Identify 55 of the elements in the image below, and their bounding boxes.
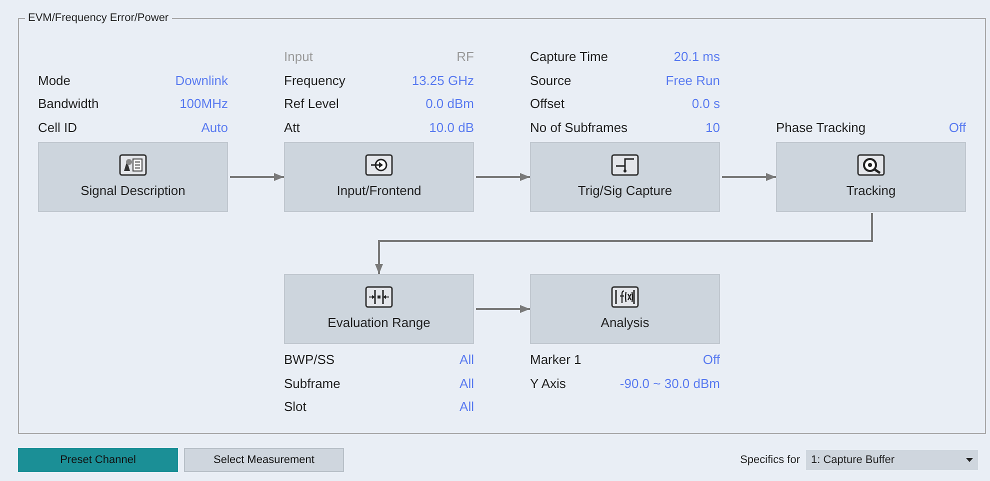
- parameter-value: 13.25 GHz: [412, 72, 474, 90]
- parameter-label: Y Axis: [530, 374, 566, 392]
- parameter-label: Offset: [530, 95, 564, 113]
- parameter-label: Cell ID: [38, 118, 78, 136]
- parameter-label: Subframe: [284, 374, 340, 392]
- parameter-value: 100MHz: [180, 95, 228, 113]
- parameter-value: All: [460, 398, 474, 416]
- parameter-value: 0.0 dBm: [426, 95, 474, 113]
- parameter-value: 10: [706, 118, 720, 136]
- connector-arrow: [476, 173, 530, 181]
- function-icon: [611, 286, 639, 308]
- parameter-value: Off: [948, 118, 966, 136]
- caret-icon: [966, 458, 973, 462]
- parameter-label: Source: [530, 72, 572, 90]
- parameter-label: Ref Level: [284, 95, 339, 113]
- parameter-value: RF: [456, 48, 474, 66]
- panel-title: EVM/Frequency Error/Power: [25, 11, 172, 25]
- connector-arrow: [476, 305, 530, 313]
- specifics-label: Specifics for: [740, 452, 800, 468]
- block-button[interactable]: Analysis: [530, 274, 720, 344]
- tracking-icon: [857, 154, 885, 176]
- parameter-value: All: [460, 374, 474, 392]
- block-button[interactable]: Signal Description: [38, 142, 228, 212]
- block-button[interactable]: Tracking: [776, 142, 966, 212]
- measurement-button[interactable]: Select Measurement: [184, 448, 344, 472]
- range-icon: [365, 286, 393, 308]
- parameter-label: Att: [284, 118, 300, 136]
- parameter-label: Capture Time: [530, 48, 608, 66]
- parameter-label: No of Subframes: [530, 118, 628, 136]
- parameter-value: 10.0 dB: [429, 118, 474, 136]
- parameter-label: Frequency: [284, 72, 346, 90]
- parameter-label: BWP/SS: [284, 351, 335, 369]
- preset-button[interactable]: Preset Channel: [18, 448, 178, 472]
- parameter-label: Marker 1: [530, 351, 582, 369]
- parameter-label: Mode: [38, 72, 71, 90]
- parameter-value: 20.1 ms: [674, 48, 720, 66]
- parameter-value: Off: [702, 351, 720, 369]
- parameter-label: Bandwidth: [38, 95, 99, 113]
- block-button[interactable]: Evaluation Range: [284, 274, 474, 344]
- parameter-value: All: [460, 351, 474, 369]
- signal-document-icon: [119, 154, 147, 176]
- specifics-dropdown[interactable]: 1: Capture Buffer: [806, 450, 978, 470]
- connector-arrow: [230, 173, 284, 181]
- parameter-label: Slot: [284, 398, 306, 416]
- trigger-icon: [611, 154, 639, 176]
- parameter-value: Downlink: [175, 72, 228, 90]
- parameter-value: Auto: [201, 118, 228, 136]
- block-button[interactable]: Trig/Sig Capture: [530, 142, 720, 212]
- parameter-value: 0.0 s: [692, 95, 720, 113]
- parameter-label: Input: [284, 48, 313, 66]
- connector-arrow: [722, 173, 776, 181]
- block-button[interactable]: Input/Frontend: [284, 142, 474, 212]
- parameter-value: Free Run: [666, 72, 720, 90]
- parameter-value: -90.0 ~ 30.0 dBm: [620, 374, 720, 392]
- parameter-label: Phase Tracking: [776, 118, 866, 137]
